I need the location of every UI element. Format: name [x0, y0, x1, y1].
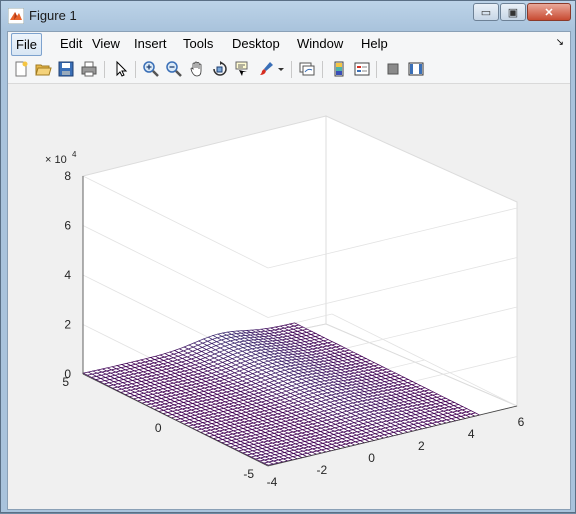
menu-edit[interactable]: Edit — [57, 36, 85, 51]
show-plot-tools-icon[interactable] — [407, 60, 425, 78]
menu-window[interactable]: Window — [294, 36, 346, 51]
menu-view[interactable]: View — [89, 36, 123, 51]
figure-toolbar — [8, 56, 570, 84]
title-bar[interactable]: Figure 1 ▭ ▣ ✕ — [1, 1, 575, 31]
y-tick-label: 0 — [155, 421, 162, 435]
z-tick-label: 6 — [64, 219, 71, 233]
x-tick-label: 4 — [468, 427, 475, 441]
toolbar-separator — [376, 61, 377, 78]
zoom-in-icon[interactable] — [142, 60, 160, 78]
toolbar-separator — [322, 61, 323, 78]
menu-insert[interactable]: Insert — [131, 36, 170, 51]
menu-help[interactable]: Help — [358, 36, 391, 51]
menu-file[interactable]: File — [11, 33, 42, 56]
toolbar-separator — [104, 61, 105, 78]
z-tick-label: 8 — [64, 169, 71, 183]
menu-desktop[interactable]: Desktop — [229, 36, 283, 51]
menu-bar: File Edit View Insert Tools Desktop Wind… — [8, 32, 570, 56]
brush-icon[interactable] — [257, 60, 275, 78]
exponent-label: × 10 — [45, 154, 67, 166]
x-tick-label: -4 — [267, 475, 278, 489]
print-icon[interactable] — [80, 60, 98, 78]
minimize-icon: ▭ — [480, 6, 492, 19]
z-tick-label: 2 — [64, 318, 71, 332]
matlab-logo-icon — [8, 8, 24, 24]
insert-colorbar-icon[interactable] — [330, 60, 348, 78]
x-tick-label: 2 — [418, 439, 425, 453]
brush-dropdown-icon[interactable] — [276, 60, 286, 78]
x-tick-label: 6 — [518, 415, 525, 429]
z-tick-label: 4 — [64, 268, 71, 282]
new-figure-icon[interactable] — [12, 60, 30, 78]
y-tick-label: -5 — [243, 467, 254, 481]
z-axis-exponent: × 10 4 — [45, 150, 77, 166]
link-plot-icon[interactable] — [298, 60, 316, 78]
open-file-icon[interactable] — [34, 60, 52, 78]
figure-client-area: File Edit View Insert Tools Desktop Wind… — [7, 31, 571, 510]
maximize-icon: ▣ — [507, 6, 519, 19]
insert-legend-icon[interactable] — [353, 60, 371, 78]
pan-icon[interactable] — [188, 60, 206, 78]
toolbar-separator — [291, 61, 292, 78]
figure-canvas[interactable]: × 10 4 02468 5 0 -5 -4 -2 0 2 4 6 — [8, 84, 570, 509]
x-tick-label: -2 — [316, 463, 327, 477]
edit-plot-icon[interactable] — [112, 60, 130, 78]
figure-window: Figure 1 ▭ ▣ ✕ File Edit View Insert Too… — [0, 0, 576, 513]
toolbar-separator — [135, 61, 136, 78]
close-button[interactable]: ✕ — [527, 3, 571, 21]
surface-plot-axes[interactable]: × 10 4 02468 50-5 -4-20246 — [8, 84, 570, 509]
zoom-out-icon[interactable] — [165, 60, 183, 78]
window-title: Figure 1 — [29, 8, 77, 23]
data-cursor-icon[interactable] — [234, 60, 252, 78]
minimize-button[interactable]: ▭ — [473, 3, 499, 21]
hide-plot-tools-icon[interactable] — [384, 60, 402, 78]
x-tick-label: 0 — [368, 451, 375, 465]
z-tick-labels: 02468 — [64, 169, 71, 381]
dock-arrow-icon[interactable]: ↘ — [556, 37, 564, 48]
close-icon: ✕ — [544, 6, 554, 19]
y-tick-label: 5 — [62, 375, 69, 389]
maximize-button[interactable]: ▣ — [500, 3, 526, 21]
rotate-3d-icon[interactable] — [211, 60, 229, 78]
exponent-power: 4 — [72, 150, 77, 159]
menu-tools[interactable]: Tools — [180, 36, 216, 51]
save-icon[interactable] — [57, 60, 75, 78]
